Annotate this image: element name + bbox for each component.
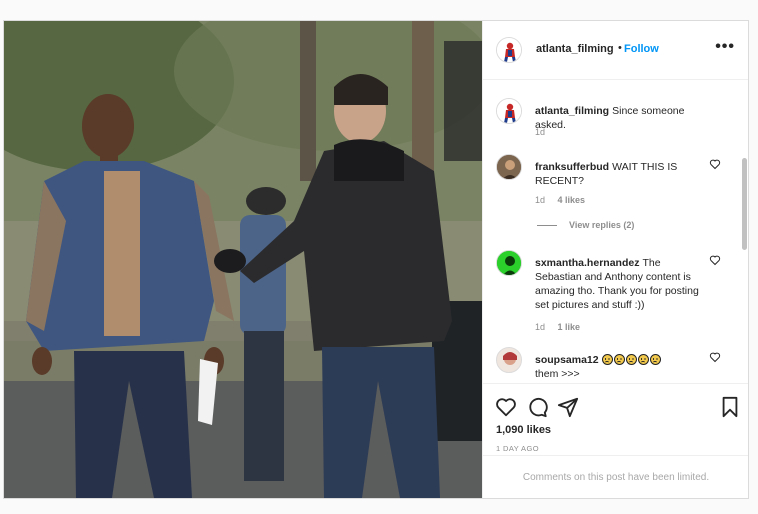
like-comment-heart-icon[interactable] [709, 254, 721, 266]
author-username[interactable]: atlanta_filming [536, 43, 614, 55]
frowning-face-emoji-row [601, 353, 662, 367]
frowning-face-emoji-icon [601, 354, 613, 366]
comment-item: soupsama12 them >>> [483, 347, 735, 383]
spiderman-avatar-icon [497, 38, 521, 62]
like-comment-heart-icon[interactable] [709, 351, 721, 363]
commenter-avatar[interactable] [496, 250, 522, 276]
follow-button[interactable]: Follow [624, 43, 659, 55]
green-silhouette-avatar-icon [497, 251, 521, 275]
caption-avatar[interactable] [496, 98, 522, 124]
commenter-avatar[interactable] [496, 347, 522, 373]
post-header: atlanta_filming • Follow ••• [483, 21, 748, 80]
photo-illustration [4, 21, 482, 498]
comments-limited-notice: Comments on this post have been limited. [483, 455, 748, 498]
comments-scrollbar[interactable] [742, 158, 747, 250]
more-options-icon[interactable]: ••• [715, 38, 735, 56]
person-avatar-icon [497, 348, 521, 372]
replies-divider-line [537, 225, 557, 227]
comment-meta: 1d 1 like [535, 322, 590, 332]
frowning-face-emoji-icon [613, 354, 625, 366]
comment-text: sxmantha.hernandez The Sebastian and Anth… [535, 256, 705, 312]
save-bookmark-icon[interactable] [719, 396, 741, 418]
comment-text: franksufferbud WAIT THIS IS RECENT? [535, 160, 705, 188]
comment-meta: 1d 4 likes [535, 195, 595, 205]
view-replies-label: View replies (2) [569, 220, 635, 230]
view-replies-button[interactable]: View replies (2) [537, 220, 634, 230]
spiderman-avatar-icon [497, 99, 521, 123]
comments-list[interactable]: atlanta_filming Since someone asked. 1d f… [483, 80, 748, 383]
person-avatar-icon [497, 155, 521, 179]
comment-username[interactable]: sxmantha.hernandez [535, 257, 639, 269]
post-photo[interactable] [4, 21, 482, 498]
comment-time[interactable]: 1d [535, 322, 545, 332]
comment-likes[interactable]: 4 likes [558, 195, 586, 205]
comment-item: franksufferbud WAIT THIS IS RECENT? 1d 4 … [483, 154, 735, 246]
author-avatar[interactable] [496, 37, 522, 63]
caption: atlanta_filming Since someone asked. 1d [483, 98, 735, 138]
comment-body: them >>> [535, 368, 580, 381]
caption-time[interactable]: 1d [535, 127, 545, 137]
caption-username[interactable]: atlanta_filming [535, 105, 609, 117]
post-timestamp[interactable]: 1 DAY AGO [496, 444, 539, 453]
post-side-panel: atlanta_filming • Follow ••• atlanta_fil… [482, 21, 748, 498]
frowning-face-emoji-icon [637, 354, 649, 366]
separator-dot: • [618, 42, 622, 54]
instagram-post: atlanta_filming • Follow ••• atlanta_fil… [3, 20, 749, 499]
like-heart-icon[interactable] [495, 396, 517, 418]
share-paper-plane-icon[interactable] [557, 396, 579, 418]
frowning-face-emoji-icon [649, 354, 661, 366]
commenter-avatar[interactable] [496, 154, 522, 180]
comment-username[interactable]: soupsama12 [535, 354, 599, 366]
caption-meta: 1d [535, 127, 555, 137]
comment-likes[interactable]: 1 like [558, 322, 581, 332]
likes-count[interactable]: 1,090 likes [496, 424, 551, 436]
comment-item: sxmantha.hernandez The Sebastian and Anth… [483, 250, 735, 340]
frowning-face-emoji-icon [625, 354, 637, 366]
comment-username[interactable]: franksufferbud [535, 161, 609, 173]
like-comment-heart-icon[interactable] [709, 158, 721, 170]
comment-text: soupsama12 them >>> [535, 353, 705, 381]
comment-time[interactable]: 1d [535, 195, 545, 205]
caption-text: atlanta_filming Since someone asked. [535, 104, 705, 132]
comment-bubble-icon[interactable] [526, 396, 548, 418]
